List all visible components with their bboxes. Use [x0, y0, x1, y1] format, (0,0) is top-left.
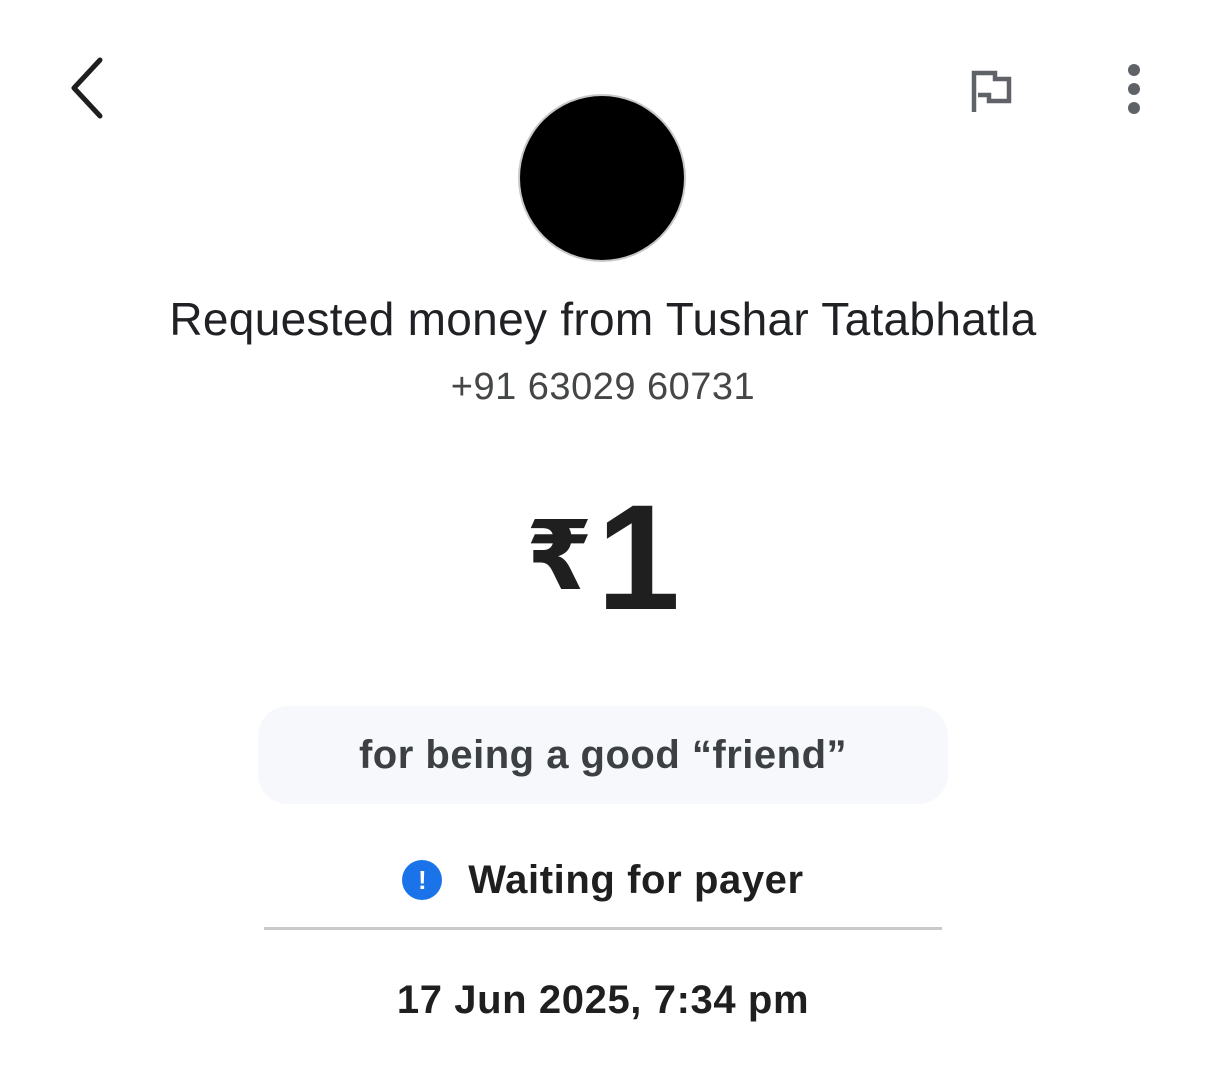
info-exclamation-icon: ! [402, 860, 443, 900]
amount-value: 1 [596, 473, 681, 641]
request-datetime: 17 Jun 2025, 7:34 pm [396, 978, 810, 1022]
more-vert-icon [1128, 64, 1140, 114]
report-button[interactable] [962, 62, 1020, 120]
chevron-left-icon [71, 57, 103, 119]
payment-note: for being a good “friend” [258, 706, 948, 804]
divider [264, 927, 942, 930]
back-button[interactable] [58, 54, 114, 122]
phone-number: +91 63029 60731 [450, 366, 756, 408]
status-text: Waiting for payer [468, 857, 804, 902]
flag-icon [971, 70, 1012, 112]
request-title: Requested money from Tushar Tatabhatla [169, 293, 1037, 345]
more-options-button[interactable] [1110, 58, 1158, 120]
amount-display: ₹1 [0, 482, 1206, 632]
currency-symbol: ₹ [525, 500, 593, 612]
avatar [520, 96, 684, 260]
status-row: ! Waiting for payer [0, 852, 1206, 908]
